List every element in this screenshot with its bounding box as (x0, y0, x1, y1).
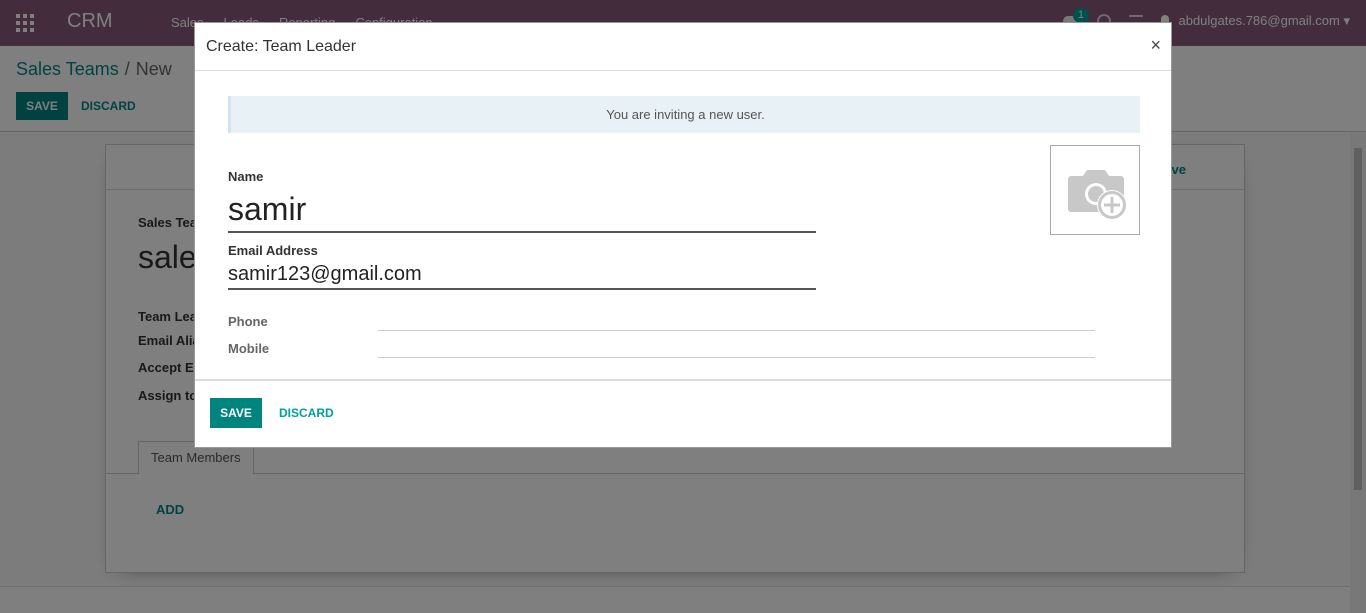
modal-header: Create: Team Leader × (195, 23, 1171, 71)
modal-body: You are inviting a new user. Name Email … (195, 71, 1171, 379)
phone-input[interactable] (378, 311, 1095, 331)
modal-save-button[interactable]: SAVE (210, 398, 262, 428)
avatar-upload[interactable] (1050, 145, 1140, 235)
email-label: Email Address (228, 243, 318, 258)
mobile-input[interactable] (378, 338, 1095, 358)
modal-discard-button[interactable]: DISCARD (279, 398, 334, 428)
name-label: Name (228, 169, 264, 184)
create-team-leader-dialog: Create: Team Leader × You are inviting a… (194, 22, 1172, 448)
modal-footer: SAVE DISCARD (195, 379, 1171, 448)
camera-plus-icon (1068, 170, 1127, 220)
info-alert: You are inviting a new user. (228, 96, 1140, 133)
name-input[interactable] (228, 187, 816, 233)
modal-title: Create: Team Leader (206, 38, 357, 55)
mobile-label: Mobile (228, 341, 270, 356)
close-icon[interactable]: × (1150, 35, 1161, 56)
phone-label: Phone (228, 314, 268, 329)
email-input[interactable] (228, 260, 816, 290)
